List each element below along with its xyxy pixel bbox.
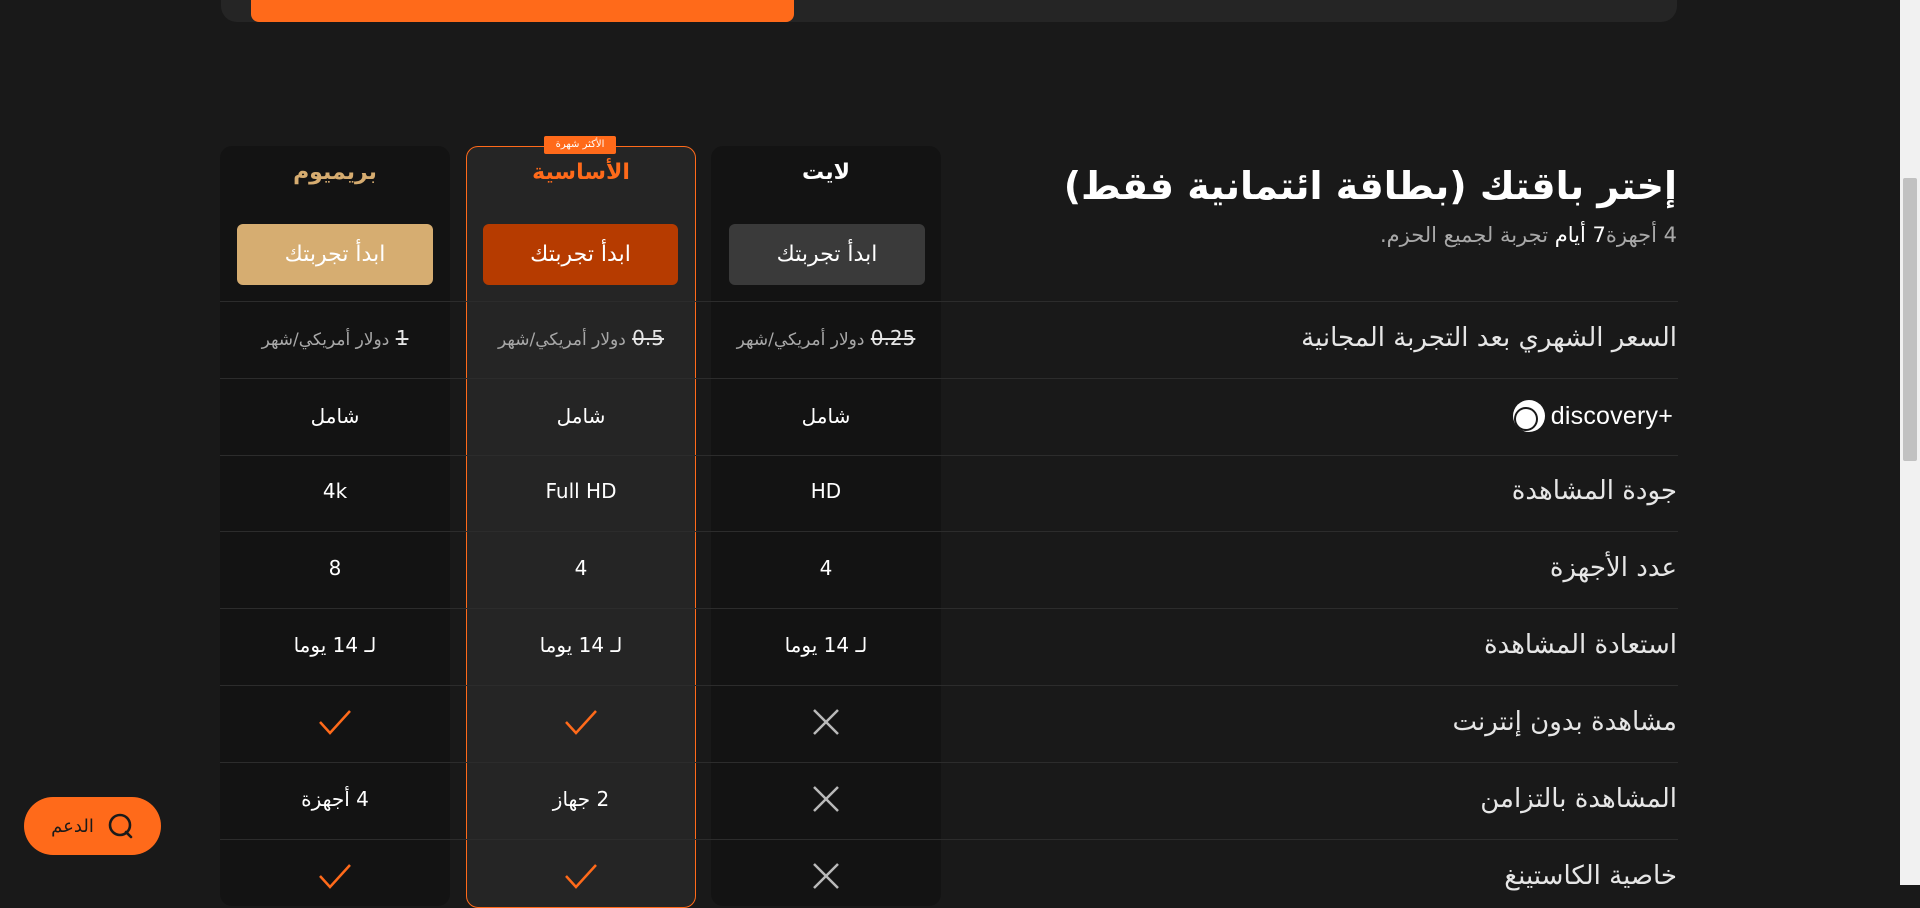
row-divider	[220, 608, 1678, 609]
cross-icon	[813, 709, 839, 735]
price-old-basic: 0.5	[632, 326, 664, 350]
price-unit-premium: دولار أمريكي/شهر	[261, 330, 390, 350]
start-trial-label: ابدأ تجربتك	[776, 242, 878, 267]
start-trial-button-basic[interactable]: ابدأ تجربتك	[483, 224, 678, 285]
quality-basic: Full HD	[545, 479, 617, 503]
row-label-quality: جودة المشاهدة	[1511, 476, 1677, 506]
row-label-concurrent: المشاهدة بالتزامن	[1480, 784, 1677, 814]
concurrent-premium: 4 أجهزة	[301, 787, 369, 811]
discovery-premium: شامل	[310, 404, 360, 428]
chat-icon	[108, 813, 133, 839]
casting-lite	[711, 856, 941, 896]
start-trial-label: ابدأ تجربتك	[530, 242, 631, 267]
cross-icon	[813, 863, 839, 889]
casting-premium	[220, 856, 450, 896]
quality-premium: 4k	[322, 479, 348, 503]
price-basic: 0.5 دولار أمريكي/شهر	[466, 318, 696, 358]
discovery-basic: شامل	[556, 404, 606, 428]
catchup-basic: لـ 14 يوما	[539, 633, 623, 657]
row-label-casting: خاصية الكاستينغ	[1504, 861, 1677, 891]
quality-lite: HD	[810, 479, 842, 503]
check-icon	[565, 710, 597, 735]
row-label-price: السعر الشهري بعد التجربة المجانية	[1301, 323, 1677, 353]
row-divider	[220, 301, 1678, 302]
row-divider	[220, 531, 1678, 532]
check-icon	[319, 710, 351, 735]
page-title: إختر باقتك (بطاقة ائتمانية فقط)	[1063, 164, 1677, 208]
start-trial-label: ابدأ تجربتك	[284, 242, 386, 267]
row-divider	[220, 378, 1678, 379]
row-divider	[220, 762, 1678, 763]
devices-premium: 8	[328, 556, 342, 580]
row-label-devices: عدد الأجهزة	[1549, 553, 1677, 583]
concurrent-basic: 2 جهاز	[552, 787, 610, 811]
price-lite: 0.25 دولار أمريكي/شهر	[711, 318, 941, 358]
subtitle-devices: 4 أجهزة	[1605, 223, 1677, 247]
check-icon	[565, 864, 597, 889]
price-old-lite: 0.25	[870, 326, 916, 350]
subtitle-rest: تجربة لجميع الحزم.	[1379, 223, 1555, 247]
discovery-lite: شامل	[801, 404, 851, 428]
scrollbar-thumb[interactable]	[1903, 178, 1917, 461]
row-divider	[220, 839, 1678, 840]
support-button[interactable]: الدعم	[24, 797, 161, 855]
plan-name-premium: بريميوم	[293, 160, 377, 185]
row-divider	[220, 455, 1678, 456]
discovery-plus-wordmark: discovery+	[1550, 401, 1673, 430]
offline-premium	[220, 702, 450, 742]
catchup-lite: لـ 14 يوما	[784, 633, 868, 657]
discovery-plus-logo: discovery+	[1511, 396, 1673, 436]
concurrent-lite	[711, 779, 941, 819]
subtitle-days: 7 أيام	[1554, 223, 1606, 247]
page-subtitle: 4 أجهزة7 أيام تجربة لجميع الحزم.	[1380, 223, 1677, 247]
start-trial-button-lite[interactable]: ابدأ تجربتك	[729, 224, 925, 285]
check-icon	[319, 864, 351, 889]
offline-lite	[711, 702, 941, 742]
catchup-premium: لـ 14 يوما	[293, 633, 377, 657]
price-premium: 1 دولار أمريكي/شهر	[220, 318, 450, 358]
price-old-premium: 1	[395, 326, 409, 350]
row-divider	[220, 685, 1678, 686]
casting-basic	[466, 856, 696, 896]
support-label: الدعم	[51, 815, 94, 837]
price-unit-basic: دولار أمريكي/شهر	[498, 330, 626, 350]
row-label-catchup: استعادة المشاهدة	[1483, 630, 1677, 660]
devices-basic: 4	[574, 556, 588, 580]
most-popular-badge: الأكثر شهرة	[544, 136, 616, 154]
price-unit-lite: دولار أمريكي/شهر	[736, 330, 865, 350]
devices-lite: 4	[819, 556, 833, 580]
start-trial-button-premium[interactable]: ابدأ تجربتك	[237, 224, 433, 285]
plan-name-basic: الأساسية	[532, 160, 630, 185]
offline-basic	[466, 702, 696, 742]
plan-name-lite: لايت	[802, 160, 850, 185]
previous-section-button[interactable]	[251, 0, 794, 22]
cross-icon	[813, 786, 839, 812]
row-label-offline: مشاهدة بدون إنترنت	[1452, 707, 1677, 737]
discovery-globe-icon	[1512, 400, 1545, 432]
